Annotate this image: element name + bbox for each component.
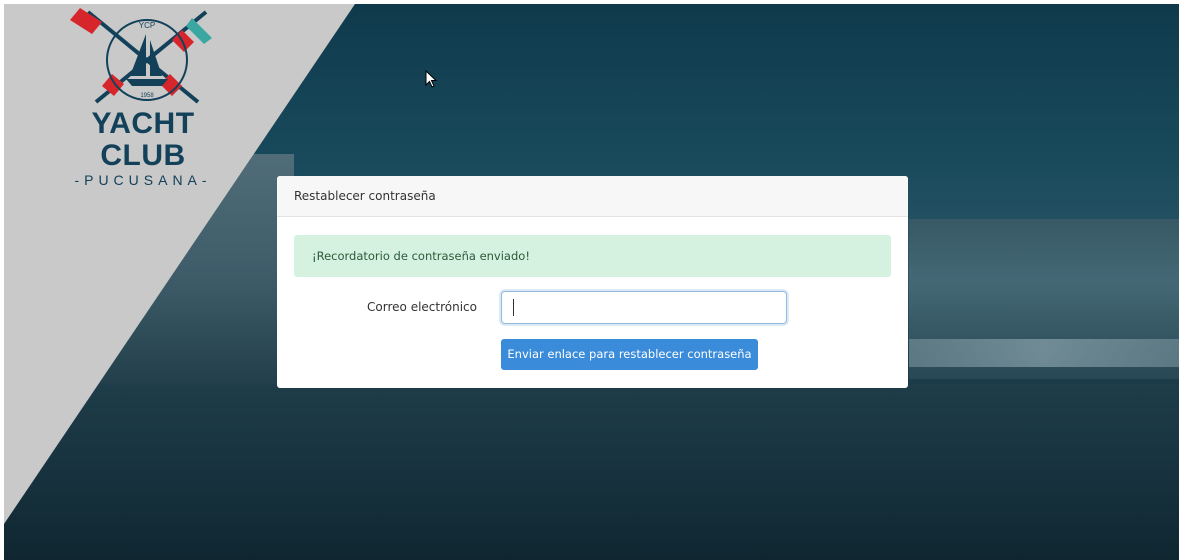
logo-subtitle: -PUCUSANA- (74, 172, 212, 188)
email-input[interactable] (501, 291, 787, 324)
mouse-pointer-icon (425, 70, 438, 88)
send-reset-link-button[interactable]: Enviar enlace para restablecer contraseñ… (501, 339, 758, 370)
card-title: Restablecer contraseña (277, 176, 908, 217)
logo-wordmark: YACHT CLUB -PUCUSANA- (62, 107, 224, 189)
reset-password-card: Restablecer contraseña ¡Recordatorio de … (277, 176, 908, 388)
logo-badge-text: YCP (139, 21, 155, 30)
email-label: Correo electrónico (367, 300, 477, 314)
logo-title: YACHT CLUB (91, 107, 195, 172)
logo-year: 1958 (140, 93, 154, 99)
success-alert: ¡Recordatorio de contraseña enviado! (294, 235, 891, 277)
text-caret (513, 299, 514, 316)
background-sea (4, 384, 1179, 560)
background-pier (909, 339, 1179, 367)
